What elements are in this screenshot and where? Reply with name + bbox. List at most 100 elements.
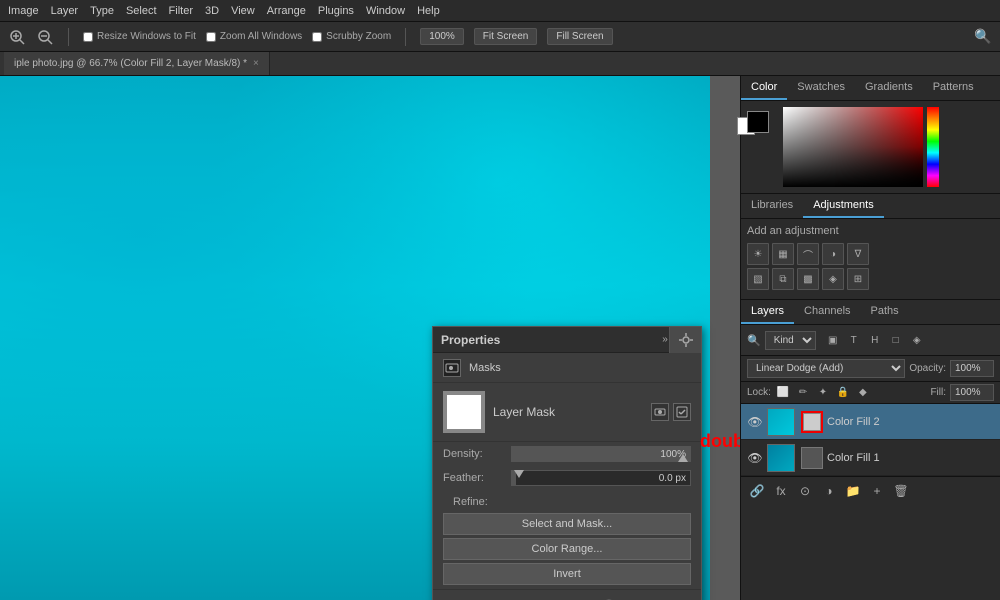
zoom-in-tool[interactable] [8, 28, 26, 46]
adj-brightness[interactable]: ☀ [747, 243, 769, 265]
density-slider-handle[interactable] [678, 454, 688, 462]
color-saturation-brightness[interactable] [783, 107, 923, 187]
layer-mask-thumb-2[interactable] [801, 411, 823, 433]
resize-windows-checkbox[interactable]: Resize Windows to Fit [83, 31, 196, 42]
lock-position-icon[interactable]: ✦ [815, 385, 831, 401]
selection-icon[interactable]: ⬚ [515, 596, 535, 600]
trash-icon[interactable]: 🗑 [599, 596, 619, 600]
color-panel-tabs: Color Swatches Gradients Patterns [741, 76, 1000, 101]
lock-artboard-icon[interactable]: 🔒 [835, 385, 851, 401]
resize-windows-input[interactable] [83, 32, 93, 42]
color-hue-slider[interactable] [927, 107, 939, 187]
tab-color[interactable]: Color [741, 76, 787, 100]
blend-mode-select[interactable]: Linear Dodge (Add) [747, 359, 905, 378]
filter-type-icon[interactable]: H [866, 331, 884, 349]
eye-icon[interactable]: ◎ [571, 596, 591, 600]
lock-transparent-icon[interactable]: ⬜ [775, 385, 791, 401]
layer-name-2: Color Fill 2 [827, 416, 994, 428]
brush-icon[interactable]: ✿ [543, 596, 563, 600]
foreground-color-swatch[interactable] [747, 111, 769, 133]
adj-exposure[interactable]: ◑ [822, 243, 844, 265]
menu-image[interactable]: Image [8, 5, 39, 17]
zoom-all-checkbox[interactable]: Zoom All Windows [206, 31, 302, 42]
opacity-input[interactable] [950, 360, 994, 377]
menu-select[interactable]: Select [126, 5, 157, 17]
menu-3d[interactable]: 3D [205, 5, 219, 17]
filter-pixel-icon[interactable]: ▣ [824, 331, 842, 349]
fill-screen-btn[interactable]: Fill Screen [547, 28, 612, 45]
menu-help[interactable]: Help [417, 5, 440, 17]
add-mask-icon[interactable]: ⊙ [795, 481, 815, 501]
properties-settings-icon[interactable] [669, 327, 701, 353]
adjustment-icons-row2: ▧ ⧉ ▩ ◈ ⊞ [747, 268, 994, 290]
filter-shape-icon[interactable]: □ [887, 331, 905, 349]
menu-filter[interactable]: Filter [169, 5, 193, 17]
properties-bottom-icons: ⬚ ✿ ◎ 🗑 [433, 589, 701, 600]
add-style-icon[interactable]: fx [771, 481, 791, 501]
menu-type[interactable]: Type [90, 5, 114, 17]
scrubby-zoom-input[interactable] [312, 32, 322, 42]
filter-adjust-icon[interactable]: T [845, 331, 863, 349]
add-group-icon[interactable]: 📁 [843, 481, 863, 501]
tab-layers[interactable]: Layers [741, 300, 794, 324]
layer-row-colorfill2[interactable]: 👁 Color Fill 2 [741, 404, 1000, 440]
menu-view[interactable]: View [231, 5, 255, 17]
adj-vibrance[interactable]: ∇ [847, 243, 869, 265]
layer-visibility-eye-2[interactable]: 👁 [747, 414, 763, 430]
fit-screen-btn[interactable]: Fit Screen [474, 28, 538, 45]
density-bar[interactable]: 100% [511, 446, 691, 462]
tab-libraries[interactable]: Libraries [741, 194, 803, 218]
layer-mask-icons [651, 403, 691, 421]
canvas-area[interactable]: Properties » ≡ Masks Layer Ma [0, 76, 740, 600]
zoom-level-btn[interactable]: 100% [420, 28, 464, 45]
scrubby-zoom-checkbox[interactable]: Scrubby Zoom [312, 31, 391, 42]
tab-patterns[interactable]: Patterns [923, 76, 984, 100]
lock-all-icon[interactable]: ◆ [855, 385, 871, 401]
layers-panel: Layers Channels Paths 🔍 Kind ▣ T H □ ◈ [741, 300, 1000, 600]
filter-smart-icon[interactable]: ◈ [908, 331, 926, 349]
zoom-out-tool[interactable] [36, 28, 54, 46]
tab-channels[interactable]: Channels [794, 300, 860, 324]
layer-mask-thumb-1[interactable] [801, 447, 823, 469]
adj-levels[interactable]: ▦ [772, 243, 794, 265]
add-layer-icon[interactable]: + [867, 481, 887, 501]
layer-mask-inner-2 [804, 414, 820, 430]
tab-close-btn[interactable]: × [253, 58, 259, 69]
delete-layer-icon[interactable]: 🗑 [891, 481, 911, 501]
tab-gradients[interactable]: Gradients [855, 76, 923, 100]
options-toolbar: Resize Windows to Fit Zoom All Windows S… [0, 22, 1000, 52]
select-mask-btn[interactable]: Select and Mask... [443, 513, 691, 535]
color-range-btn[interactable]: Color Range... [443, 538, 691, 560]
add-adjustment-icon[interactable]: ◑ [819, 481, 839, 501]
adj-black-white[interactable]: ▩ [797, 268, 819, 290]
adj-curves[interactable]: ⌒ [797, 243, 819, 265]
mask-options-icon[interactable] [651, 403, 669, 421]
mask-apply-icon[interactable] [673, 403, 691, 421]
menu-arrange[interactable]: Arrange [267, 5, 306, 17]
menu-plugins[interactable]: Plugins [318, 5, 354, 17]
layer-mask-thumbnail [443, 391, 485, 433]
lock-image-icon[interactable]: ✏ [795, 385, 811, 401]
adj-channel-mixer[interactable]: ⊞ [847, 268, 869, 290]
menu-layer[interactable]: Layer [51, 5, 79, 17]
menu-window[interactable]: Window [366, 5, 405, 17]
filter-kind-select[interactable]: Kind [765, 331, 816, 350]
feather-slider-handle[interactable] [514, 470, 524, 478]
layer-row-colorfill1[interactable]: 👁 Color Fill 1 [741, 440, 1000, 476]
tab-adjustments[interactable]: Adjustments [803, 194, 884, 218]
adj-photo-filter[interactable]: ◈ [822, 268, 844, 290]
adj-color-balance[interactable]: ⧉ [772, 268, 794, 290]
feather-bar[interactable]: 0.0 px [511, 470, 691, 486]
invert-btn[interactable]: Invert [443, 563, 691, 585]
zoom-all-input[interactable] [206, 32, 216, 42]
document-tab[interactable]: iple photo.jpg @ 66.7% (Color Fill 2, La… [4, 52, 270, 75]
adjustments-panel: Libraries Adjustments Add an adjustment … [741, 194, 1000, 300]
adj-hsl[interactable]: ▧ [747, 268, 769, 290]
layer-visibility-eye-1[interactable]: 👁 [747, 450, 763, 466]
link-layers-icon[interactable]: 🔗 [747, 481, 767, 501]
filter-icons: ▣ T H □ ◈ [820, 329, 930, 351]
fill-input[interactable] [950, 384, 994, 401]
search-icon[interactable]: 🔍 [974, 28, 992, 46]
tab-swatches[interactable]: Swatches [787, 76, 855, 100]
tab-paths[interactable]: Paths [861, 300, 909, 324]
